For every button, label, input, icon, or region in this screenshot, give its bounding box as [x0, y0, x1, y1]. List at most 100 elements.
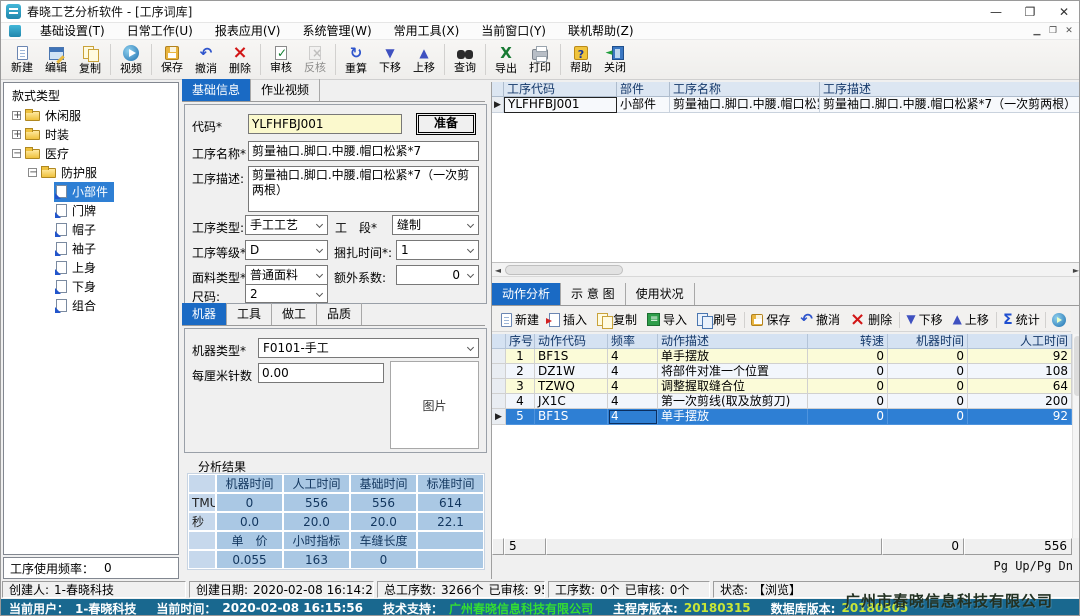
tab-action-analysis[interactable]: 动作分析 [492, 283, 561, 305]
code-input[interactable]: YLFHFBJ001 [248, 114, 402, 134]
machine-type-select[interactable]: F0101-手工 [258, 338, 479, 358]
bundle-time-label: 捆扎时间*: [334, 244, 392, 261]
menu-system[interactable]: 系统管理(W) [291, 23, 382, 40]
tree-item-combination[interactable]: 组合 [4, 296, 178, 315]
undo-button[interactable]: 撤消 [189, 40, 223, 79]
action-move-down-button[interactable]: 下移 [901, 311, 947, 328]
process-desc-textarea[interactable]: 剪量袖口.脚口.中腰.帽口松紧*7（一次剪两根） [248, 166, 479, 212]
delete-button[interactable]: 删除 [223, 40, 257, 79]
menu-tools[interactable]: 常用工具(X) [383, 23, 471, 40]
vertical-scrollbar[interactable] [1072, 334, 1080, 538]
video-button[interactable]: 视频 [114, 40, 148, 79]
leaf-doc-icon [56, 261, 67, 274]
action-play-button[interactable] [1047, 313, 1071, 327]
action-import-button[interactable]: 导入 [642, 311, 692, 328]
process-type-select[interactable]: 手工工艺 [245, 215, 328, 235]
tab-basic-info[interactable]: 基础信息 [182, 79, 251, 101]
tab-workmanship[interactable]: 做工 [272, 303, 317, 325]
tab-tool[interactable]: 工具 [227, 303, 272, 325]
tree-item-lower-body[interactable]: 下身 [4, 277, 178, 296]
move-down-button[interactable]: 下移 [373, 40, 407, 79]
tab-usage-status[interactable]: 使用状况 [626, 283, 695, 305]
total-process-section: 总工序数:3266个 已审核:950个 [377, 581, 545, 598]
menu-basic-settings[interactable]: 基础设置(T) [29, 23, 116, 40]
tree-item-upper-body[interactable]: 上身 [4, 258, 178, 277]
help-button[interactable]: 帮助 [564, 40, 598, 79]
menu-help[interactable]: 联机帮助(Z) [557, 23, 645, 40]
tree-item-fashion[interactable]: 时装 [4, 125, 178, 144]
chevron-down-icon [467, 344, 474, 351]
tree-item-casual[interactable]: 休闲服 [4, 106, 178, 125]
tab-machine[interactable]: 机器 [182, 303, 227, 325]
stitches-per-cm-input[interactable]: 0.00 [258, 363, 384, 383]
tree-item-door-plate[interactable]: 门牌 [4, 201, 178, 220]
process-name-input[interactable]: 剪量袖口.脚口.中腰.帽口松紧*7 [248, 141, 479, 161]
expand-icon[interactable] [12, 111, 21, 120]
chevron-down-icon [316, 221, 323, 228]
action-row[interactable]: 4JX1C4第一次剪线(取及放剪刀)00200 [492, 394, 1072, 409]
edit-button[interactable]: 编辑 [39, 40, 73, 79]
collapse-icon[interactable] [12, 149, 21, 158]
scroll-left-icon[interactable]: ◄ [493, 265, 503, 275]
action-delete-button[interactable]: 删除 [845, 311, 897, 329]
tree-item-hat[interactable]: 帽子 [4, 220, 178, 239]
action-insert-button[interactable]: 插入 [544, 311, 592, 328]
action-renumber-button[interactable]: 刷号 [692, 311, 742, 328]
restore-button[interactable]: ❐ [1013, 2, 1047, 22]
menu-reports[interactable]: 报表应用(V) [204, 23, 292, 40]
action-row-selected[interactable]: ▶ 5BF1S4单手摆放0092 [492, 409, 1072, 425]
child-close-button[interactable]: ✕ [1061, 25, 1077, 38]
print-button[interactable]: 打印 [523, 40, 557, 79]
size-select[interactable]: 2 [245, 284, 328, 303]
save-button[interactable]: 保存 [155, 40, 189, 79]
recalculate-button[interactable]: 重算 [339, 40, 373, 79]
close-window-button[interactable]: 关闭 [598, 40, 632, 79]
copy-button[interactable]: 复制 [73, 40, 107, 79]
expand-icon[interactable] [12, 130, 21, 139]
menu-current-window[interactable]: 当前窗口(Y) [470, 23, 557, 40]
ready-button[interactable]: 准备 [416, 113, 476, 135]
horizontal-scrollbar[interactable]: ◄ ► [492, 263, 1080, 277]
tree-item-medical[interactable]: 医疗 [4, 144, 178, 163]
scrollbar-thumb[interactable] [1074, 336, 1080, 396]
action-row[interactable]: 2DZ1W4将部件对准一个位置00108 [492, 364, 1072, 379]
tree-item-sleeve[interactable]: 袖子 [4, 239, 178, 258]
bundle-time-select[interactable]: 1 [396, 240, 479, 260]
process-table-row[interactable]: ▶ YLFHFBJ001 小部件 剪量袖口.脚口.中腰.帽口松紧*7 剪量袖口.… [492, 97, 1080, 113]
scrollbar-thumb[interactable] [505, 265, 623, 275]
minimize-button[interactable]: — [979, 2, 1013, 22]
action-copy-button[interactable]: 复制 [592, 311, 642, 328]
sigma-statistics-icon [1003, 313, 1013, 327]
scroll-right-icon[interactable]: ► [1071, 265, 1080, 275]
action-statistics-button[interactable]: 统计 [998, 311, 1045, 328]
save-icon [751, 314, 763, 326]
child-restore-button[interactable]: ❐ [1045, 25, 1061, 38]
menu-daily-work[interactable]: 日常工作(U) [116, 23, 204, 40]
export-button[interactable]: 导出 [489, 40, 523, 79]
action-save-button[interactable]: 保存 [746, 311, 795, 328]
tab-work-video[interactable]: 作业视频 [251, 79, 320, 101]
action-new-button[interactable]: 新建 [496, 311, 544, 328]
leaf-doc-icon [56, 242, 67, 255]
new-button[interactable]: 新建 [5, 40, 39, 79]
tree-item-protective-suit[interactable]: 防护服 [4, 163, 178, 182]
extra-factor-select[interactable]: 0 [396, 265, 479, 285]
query-button[interactable]: 查询 [448, 40, 482, 79]
action-row[interactable]: 3TZWQ4调整握取缝合位0064 [492, 379, 1072, 394]
audit-button[interactable]: 审核 [264, 40, 298, 79]
action-undo-button[interactable]: 撤消 [795, 311, 845, 328]
tab-diagram[interactable]: 示 意 图 [561, 283, 626, 305]
stage-select[interactable]: 缝制 [392, 215, 479, 235]
leaf-doc-icon [56, 280, 67, 293]
collapse-icon[interactable] [28, 168, 37, 177]
child-minimize-button[interactable]: ▁ [1029, 25, 1045, 38]
tree-item-small-parts[interactable]: 小部件 [4, 182, 178, 201]
close-button[interactable]: ✕ [1047, 2, 1080, 22]
binoculars-search-icon [457, 50, 473, 60]
action-move-up-button[interactable]: 上移 [948, 311, 994, 328]
action-row[interactable]: 1BF1S4单手摆放0092 [492, 349, 1072, 364]
tab-quality[interactable]: 品质 [317, 303, 362, 325]
fabric-type-select[interactable]: 普通面料 [245, 265, 328, 285]
grade-select[interactable]: D [245, 240, 328, 260]
move-up-button[interactable]: 上移 [407, 40, 441, 79]
